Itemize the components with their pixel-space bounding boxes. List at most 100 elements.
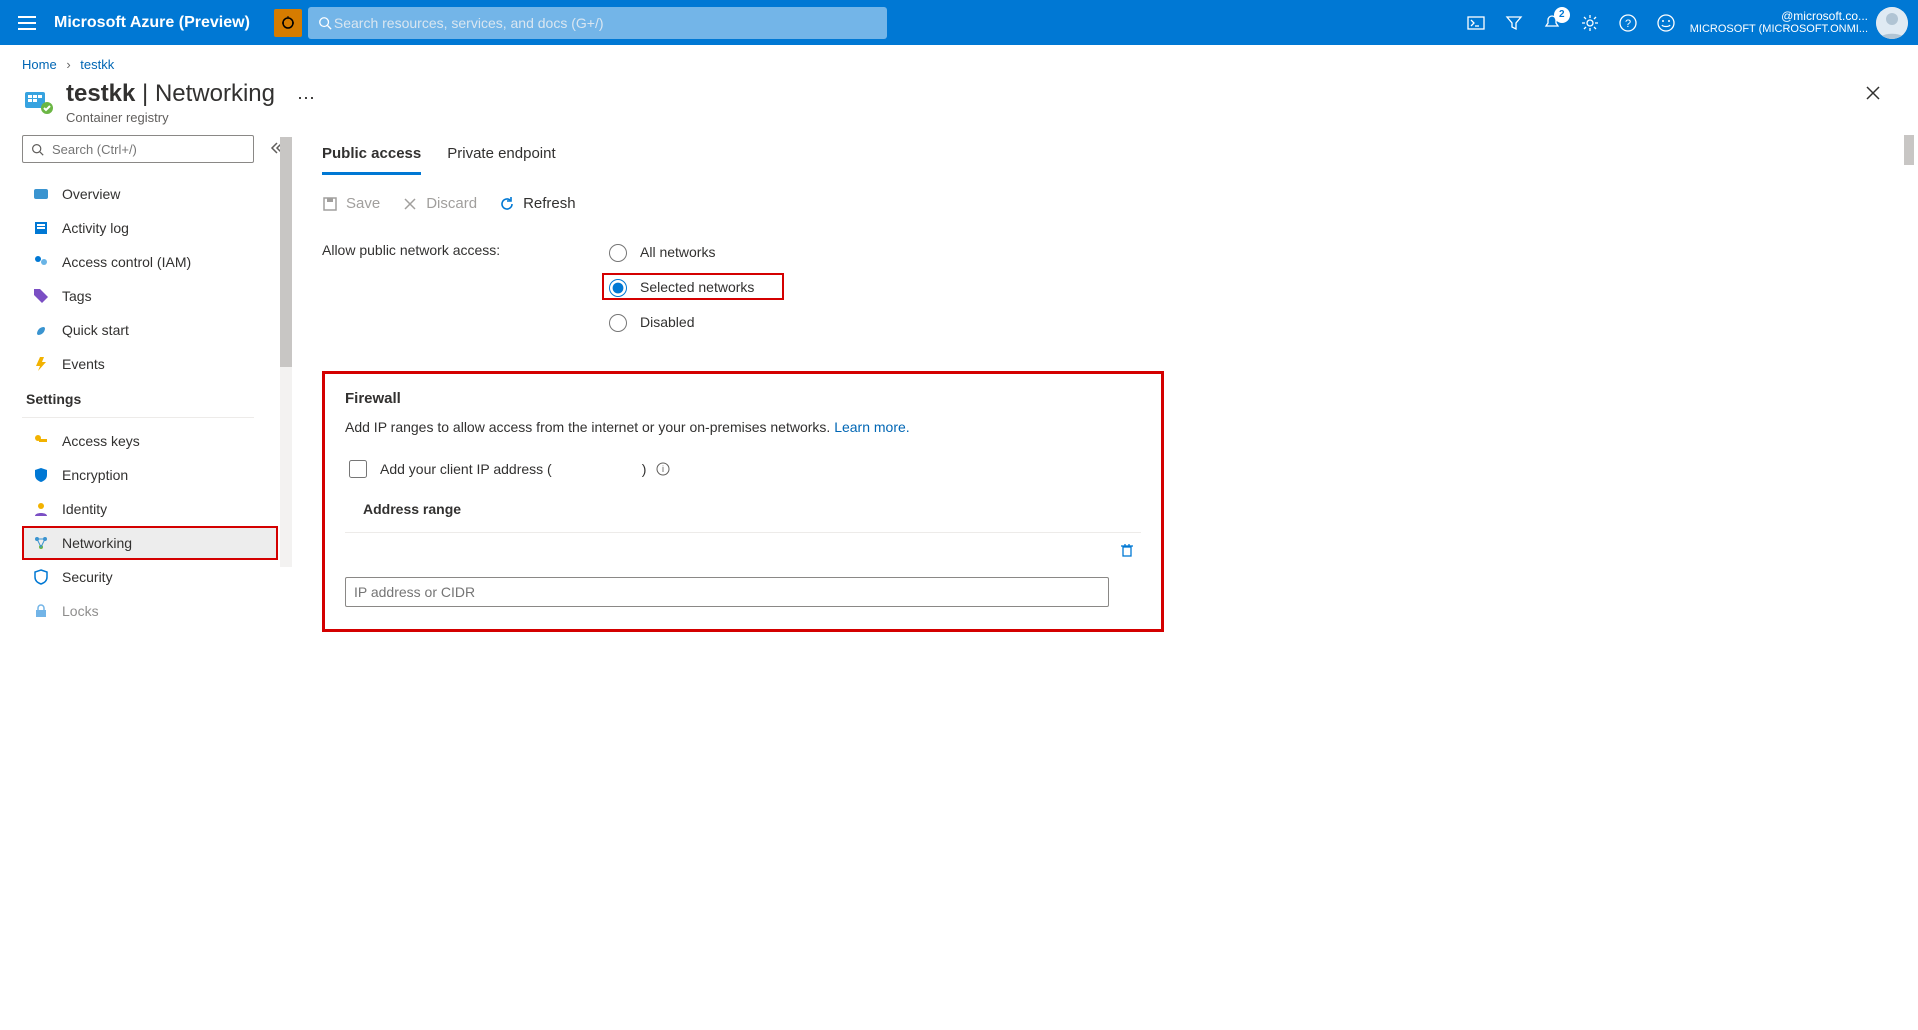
breadcrumb: Home › testkk bbox=[0, 45, 1918, 76]
firewall-section: Firewall Add IP ranges to allow access f… bbox=[322, 371, 1164, 632]
radio-all-networks[interactable]: All networks bbox=[602, 238, 784, 265]
gear-icon bbox=[1581, 14, 1599, 32]
cloud-shell-button[interactable] bbox=[1466, 13, 1486, 33]
tab-private-endpoint[interactable]: Private endpoint bbox=[447, 139, 555, 175]
top-bar: Microsoft Azure (Preview) 2 ? @microsoft… bbox=[0, 0, 1918, 45]
command-bar: Save Discard Refresh bbox=[322, 195, 1894, 212]
nav-label: Identity bbox=[62, 501, 107, 517]
main-scrollbar-thumb[interactable] bbox=[1904, 135, 1914, 165]
nav-tags[interactable]: Tags bbox=[22, 279, 278, 313]
radio-selected-networks[interactable]: Selected networks bbox=[602, 273, 784, 300]
radio-label: All networks bbox=[640, 244, 715, 260]
nav-activity-log[interactable]: Activity log bbox=[22, 211, 278, 245]
networking-icon bbox=[32, 534, 50, 552]
global-search[interactable] bbox=[308, 7, 887, 39]
nav-label: Events bbox=[62, 356, 105, 372]
resource-type-icon bbox=[22, 84, 56, 118]
refresh-button[interactable]: Refresh bbox=[499, 195, 576, 212]
nav-label: Access control (IAM) bbox=[62, 254, 191, 270]
radio-all-networks-input[interactable] bbox=[609, 244, 627, 262]
address-range-row bbox=[345, 533, 1141, 567]
radio-disabled[interactable]: Disabled bbox=[602, 308, 784, 335]
brand-title[interactable]: Microsoft Azure (Preview) bbox=[54, 14, 250, 32]
hamburger-icon[interactable] bbox=[18, 11, 42, 35]
address-range-header: Address range bbox=[363, 501, 1141, 517]
firewall-learn-more-link[interactable]: Learn more. bbox=[834, 419, 909, 435]
tags-icon bbox=[32, 287, 50, 305]
overview-icon bbox=[32, 185, 50, 203]
notifications-button[interactable]: 2 bbox=[1542, 13, 1562, 33]
sidebar: Overview Activity log Access control (IA… bbox=[22, 135, 278, 1025]
sidebar-search[interactable] bbox=[22, 135, 254, 163]
help-button[interactable]: ? bbox=[1618, 13, 1638, 33]
tab-bar: Public access Private endpoint bbox=[322, 139, 1894, 175]
breadcrumb-sep: › bbox=[66, 57, 70, 72]
more-actions-button[interactable]: ⋯ bbox=[297, 88, 317, 109]
discard-icon bbox=[402, 196, 418, 212]
nav-overview[interactable]: Overview bbox=[22, 177, 278, 211]
cloud-shell-icon bbox=[1467, 14, 1485, 32]
nav-security[interactable]: Security bbox=[22, 560, 278, 594]
nav-label: Activity log bbox=[62, 220, 129, 236]
global-search-input[interactable] bbox=[332, 14, 877, 32]
save-label: Save bbox=[346, 195, 380, 212]
preview-bug-button[interactable] bbox=[274, 9, 302, 37]
tab-public-access[interactable]: Public access bbox=[322, 139, 421, 175]
resource-type-label: Container registry bbox=[66, 110, 275, 125]
nav-encryption[interactable]: Encryption bbox=[22, 458, 278, 492]
breadcrumb-current[interactable]: testkk bbox=[80, 57, 114, 72]
radio-label: Selected networks bbox=[640, 279, 754, 295]
add-client-ip-tail: ) bbox=[642, 461, 647, 477]
avatar-icon bbox=[1876, 7, 1908, 39]
main-pane: Public access Private endpoint Save Disc… bbox=[278, 135, 1918, 1025]
security-icon bbox=[32, 568, 50, 586]
nav-label: Tags bbox=[62, 288, 92, 304]
allow-public-access-field: Allow public network access: All network… bbox=[322, 238, 1894, 335]
account-block[interactable]: @microsoft.co... MICROSOFT (MICROSOFT.ON… bbox=[1690, 10, 1868, 36]
delete-row-button[interactable] bbox=[1119, 542, 1141, 558]
save-icon bbox=[322, 196, 338, 212]
feedback-button[interactable] bbox=[1656, 13, 1676, 33]
nav-label: Quick start bbox=[62, 322, 129, 338]
allow-public-access-options: All networks Selected networks Disabled bbox=[602, 238, 784, 335]
search-icon bbox=[31, 143, 44, 156]
info-icon[interactable]: i bbox=[656, 462, 670, 476]
shield-icon bbox=[32, 466, 50, 484]
radio-disabled-input[interactable] bbox=[609, 314, 627, 332]
radio-selected-networks-input[interactable] bbox=[609, 279, 627, 297]
nav-label: Networking bbox=[62, 535, 132, 551]
close-blade-button[interactable] bbox=[1864, 84, 1882, 102]
question-icon: ? bbox=[1619, 14, 1637, 32]
nav-quick-start[interactable]: Quick start bbox=[22, 313, 278, 347]
add-client-ip-checkbox[interactable] bbox=[349, 460, 367, 478]
page-title: testkk | Networking bbox=[66, 80, 275, 108]
nav-label: Encryption bbox=[62, 467, 128, 483]
search-icon bbox=[318, 16, 332, 30]
account-tenant: MICROSOFT (MICROSOFT.ONMI... bbox=[1690, 23, 1868, 36]
ip-address-input[interactable] bbox=[345, 577, 1109, 607]
add-client-ip-label: Add your client IP address ( bbox=[380, 461, 552, 477]
discard-button[interactable]: Discard bbox=[402, 195, 477, 212]
nav-group-settings: Settings bbox=[22, 381, 278, 413]
svg-text:?: ? bbox=[1625, 18, 1631, 30]
nav-locks[interactable]: Locks bbox=[22, 594, 278, 628]
nav-networking[interactable]: Networking bbox=[22, 526, 278, 560]
avatar[interactable] bbox=[1876, 7, 1908, 39]
firewall-title: Firewall bbox=[345, 390, 1141, 407]
settings-button[interactable] bbox=[1580, 13, 1600, 33]
breadcrumb-home[interactable]: Home bbox=[22, 57, 57, 72]
refresh-label: Refresh bbox=[523, 195, 576, 212]
allow-public-access-label: Allow public network access: bbox=[322, 238, 562, 258]
page-section: Networking bbox=[155, 80, 275, 107]
directory-filter-button[interactable] bbox=[1504, 13, 1524, 33]
nav-access-control[interactable]: Access control (IAM) bbox=[22, 245, 278, 279]
events-icon bbox=[32, 355, 50, 373]
sidebar-search-input[interactable] bbox=[50, 141, 245, 158]
nav-events[interactable]: Events bbox=[22, 347, 278, 381]
close-icon bbox=[1864, 84, 1882, 102]
nav-access-keys[interactable]: Access keys bbox=[22, 424, 278, 458]
refresh-icon bbox=[499, 196, 515, 212]
nav-identity[interactable]: Identity bbox=[22, 492, 278, 526]
container-registry-icon bbox=[22, 84, 56, 118]
save-button[interactable]: Save bbox=[322, 195, 380, 212]
